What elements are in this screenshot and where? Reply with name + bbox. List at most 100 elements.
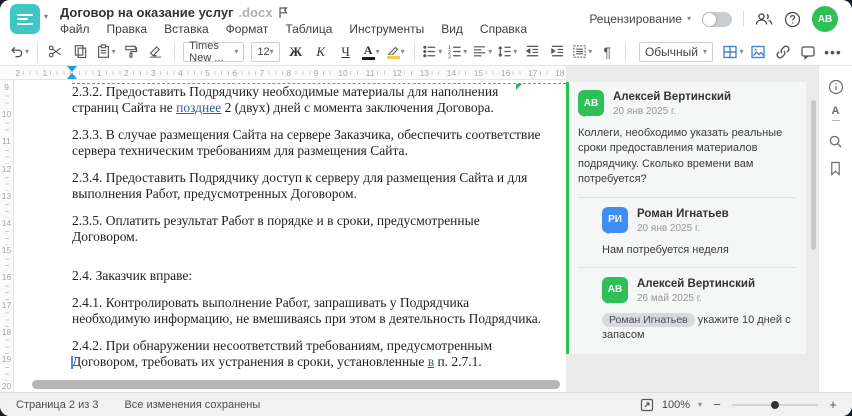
copy-button[interactable] [70,41,92,63]
zoom-slider[interactable] [732,399,818,411]
toolbar: ▾ ▾ Times New ... ▾ 12 ▾ Ж К Ч А ▾ ▾ ▾ 1… [0,38,852,66]
menu-item-1[interactable]: Правка [107,22,148,36]
comment-author: Алексей Вертинский [637,277,756,290]
italic-button[interactable]: К [310,41,332,63]
ruler-number: 3 [148,68,158,78]
comment-thread[interactable]: АВ Алексей Вертинский 20 янв 2025 г. Коллег… [566,82,806,354]
chevron-down-icon: ▾ [400,46,405,56]
document-canvas[interactable]: 2.3.2. Предоставить Подрядчику необходим… [14,80,566,392]
line-spacing-button[interactable]: ▾ [496,41,518,63]
align-button[interactable]: ▾ [471,41,493,63]
ruler-number: 17 [1,299,12,311]
comment-content: АВ Алексей Вертинский 20 янв 2025 г. Коллег… [578,90,796,188]
menu-item-3[interactable]: Формат [226,22,269,36]
comment-item-1[interactable]: РИ Роман Игнатьев 20 янв 2025 г. Нам потреб… [578,196,796,258]
document-text[interactable]: 2.3.2. Предоставить Подрядчику необходим… [72,84,546,381]
spellcheck-icon[interactable]: А ﹏ [824,105,848,123]
paragraph-borders-button[interactable]: ▾ [571,41,593,63]
chevron-down-icon: ▾ [702,46,707,56]
app-logo-icon[interactable] [10,4,40,34]
show-paragraph-marks-button[interactable]: ¶ [596,41,618,63]
horizontal-ruler: 1 2 1 2 3 4 5 6 7 8 9 10 11 12 13 14 15 16 17 18 [0,66,567,80]
underline-button[interactable]: Ч [335,41,357,63]
comment-header: РИ Роман Игнатьев 20 янв 2025 г. [602,206,796,234]
mention-chip[interactable]: Роман Игнатьев [602,312,695,327]
comment-item-0[interactable]: АВ Алексей Вертинский 20 янв 2025 г. Коллег… [578,90,796,188]
favorite-flag-icon[interactable] [277,6,289,19]
info-icon[interactable] [824,78,848,96]
zoom-slider-thumb[interactable] [771,400,779,409]
ruler-number: 16 [498,68,513,78]
highlight-color-button[interactable]: ▾ [385,41,407,63]
comment-meta: Алексей Вертинский 26 май 2025 г. [637,277,755,304]
comment-item-2[interactable]: АВ Алексей Вертинский 26 май 2025 г. Роман … [578,266,796,344]
review-toggle[interactable] [702,11,732,27]
menu-item-2[interactable]: Вставка [164,22,209,36]
bold-button[interactable]: Ж [285,41,307,63]
numbered-list-button[interactable]: 123 ▾ [446,41,468,63]
ruler-number: 11 [363,68,377,78]
bookmark-icon[interactable] [824,159,848,177]
comment-text: Коллеги, необходимо указать реальные сро… [578,127,783,186]
paste-caret-icon: ▾ [111,46,116,56]
font-name-combo[interactable]: Times New ... ▾ [183,40,245,64]
font-size-combo[interactable]: 12 ▾ [251,41,280,62]
insert-comment-button[interactable] [797,41,819,63]
left-indent-marker[interactable] [67,73,77,79]
user-avatar[interactable]: АВ [812,6,838,32]
collaboration-users-icon[interactable] [755,11,773,27]
comments-scrollbar[interactable] [811,100,816,250]
review-mode-label: Рецензирование [589,12,682,26]
horizontal-scrollbar[interactable] [32,380,560,389]
comment-author: Роман Игнатьев [637,207,729,220]
insert-image-button[interactable] [747,41,769,63]
font-color-button[interactable]: А ▾ [360,41,382,63]
menu-item-5[interactable]: Инструменты [349,22,424,36]
ruler-number: 9 [1,82,12,93]
cut-button[interactable] [45,41,67,63]
ruler-number: 11 [1,136,12,148]
zoom-out-button[interactable]: − [710,397,724,412]
review-mode-button[interactable]: Рецензирование ▾ [589,12,691,26]
menu-item-6[interactable]: Вид [441,22,463,36]
ruler-number: 1 [94,68,104,78]
text-run: 2.4. Заказчик вправе: [72,268,193,283]
zoom-in-button[interactable]: + [826,397,840,412]
more-tools-button[interactable]: ••• [822,41,844,63]
paragraph-style-combo[interactable]: Обычный ▾ [638,41,713,62]
right-sidebar: А ﹏ [818,66,852,392]
undo-button[interactable]: ▾ [8,41,30,63]
paragraph-1: 2.3.3. В случае размещения Сайта на серв… [72,127,546,159]
font-size-value: 12 [257,45,270,58]
bullet-list-button[interactable]: ▾ [421,41,443,63]
menu-item-7[interactable]: Справка [480,22,527,36]
search-icon[interactable] [824,132,848,150]
logo-caret-icon[interactable]: ▾ [44,12,48,21]
highlight-color-bar [386,55,400,59]
ruler-number: 9 [311,68,321,78]
zoom-value[interactable]: 100% [662,399,690,411]
ruler-number: 14 [444,68,459,78]
insert-table-button[interactable]: ▾ [722,41,744,63]
chevron-down-icon: ▾ [686,14,691,23]
page-count-label[interactable]: Страница 2 из 3 [16,399,98,411]
help-icon[interactable] [784,11,801,28]
menu-item-0[interactable]: Файл [60,22,90,36]
font-color-bar [361,56,375,60]
decrease-indent-button[interactable] [521,41,543,63]
paragraph-0: 2.3.2. Предоставить Подрядчику необходим… [72,84,546,116]
first-line-indent-marker[interactable] [67,66,77,72]
chevron-down-icon: ▾ [488,46,493,56]
format-painter-button[interactable] [120,41,142,63]
menu-item-4[interactable]: Таблица [285,22,332,36]
fit-to-width-icon[interactable] [640,398,654,412]
comment-content: АВ Алексей Вертинский 26 май 2025 г. Роман … [602,276,796,344]
comment-avatar: РИ [602,206,628,234]
paste-button[interactable]: ▾ [95,41,117,63]
increase-indent-button[interactable] [546,41,568,63]
paragraph-5: 2.4.1. Контролировать выполнение Работ, … [72,295,546,327]
eraser-button[interactable] [145,41,167,63]
ruler-number: 2 [13,68,23,78]
insert-link-button[interactable] [772,41,794,63]
ruler-number: 2 [121,68,131,78]
